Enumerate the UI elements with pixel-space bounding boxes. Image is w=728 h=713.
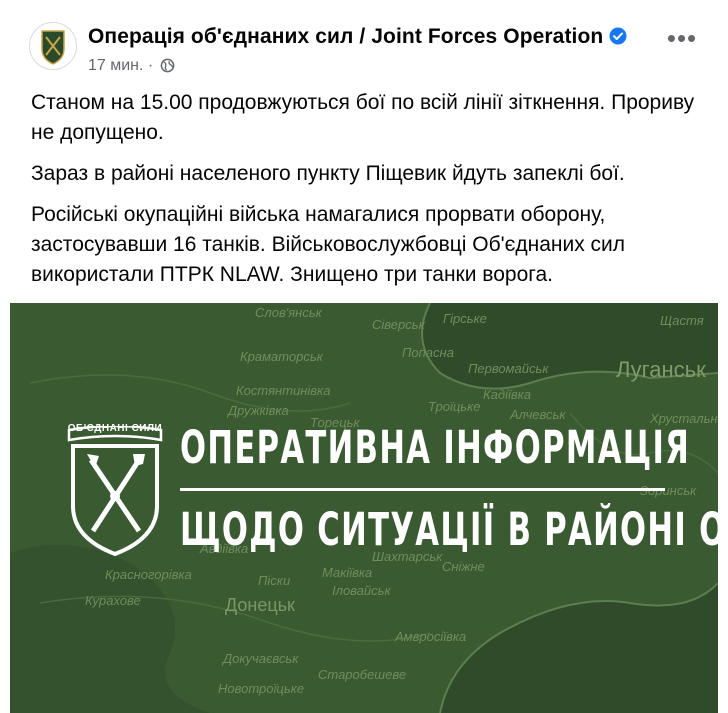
map-label: Первомайськ xyxy=(468,361,549,376)
post-paragraph: Російські окупаційні війська намагалися … xyxy=(31,203,626,286)
map-label: Іловайськ xyxy=(332,583,391,598)
map-label: Краматорськ xyxy=(240,349,323,364)
banner-title-line-1: ОПЕРАТИВНА ІНФОРМАЦІЯ xyxy=(180,421,691,474)
post-header: Операція об'єднаних сил / Joint Forces O… xyxy=(0,0,728,84)
facebook-post: Операція об'єднаних сил / Joint Forces O… xyxy=(0,0,728,713)
map-label: Дружківка xyxy=(228,403,289,418)
post-paragraph: Станом на 15.00 продовжуються бої по всі… xyxy=(31,91,695,144)
shield-emblem-icon xyxy=(67,424,163,557)
map-label: Донецьк xyxy=(225,595,295,615)
page-avatar[interactable] xyxy=(29,22,77,70)
map-label: Курахове xyxy=(85,593,141,608)
map-label: Троїцьке xyxy=(428,399,481,414)
verified-badge-icon xyxy=(609,27,627,45)
map-label: Красногорівка xyxy=(105,567,192,582)
map-label: Піски xyxy=(258,573,291,588)
post-image[interactable]: Слов'янськ Сіверськ Гірське Щастя Крамат… xyxy=(10,303,718,713)
emblem-ribbon-text: ОБ'ЄДНАНІ СИЛИ xyxy=(67,423,163,434)
map-label: Макіївка xyxy=(322,565,373,580)
map-label: Сіверськ xyxy=(372,317,425,332)
map-label: Докучаєвськ xyxy=(223,651,299,666)
jfo-emblem-icon xyxy=(41,30,65,65)
post-meta: 17 мин. · xyxy=(88,57,175,75)
post-timestamp[interactable]: 17 мин. xyxy=(88,57,143,74)
map-label: Щастя xyxy=(660,313,704,328)
map-label: Гірське xyxy=(443,311,487,326)
jfo-emblem: ОБ'ЄДНАНІ СИЛИ xyxy=(65,423,165,557)
page-name[interactable]: Операція об'єднаних сил / Joint Forces O… xyxy=(88,25,627,49)
map-label: Алчевськ xyxy=(510,407,566,422)
map-label: Кадіївка xyxy=(483,387,532,402)
map-label: Костянтинівка xyxy=(236,383,331,398)
map-label: Старобешеве xyxy=(318,667,407,682)
map-label: Амвросіївка xyxy=(395,629,467,644)
banner-divider xyxy=(180,488,665,491)
map-label: Попасна xyxy=(402,345,454,360)
more-options-button[interactable]: ••• xyxy=(664,25,700,56)
post-text: Станом на 15.00 продовжуються бої по всі… xyxy=(31,88,711,301)
banner-title-line-2: ЩОДО СИТУАЦІЇ В РАЙОНІ ООС xyxy=(180,503,718,556)
map-label: Сніжне xyxy=(442,559,485,574)
globe-icon[interactable] xyxy=(160,58,175,73)
page-name-text[interactable]: Операція об'єднаних сил / Joint Forces O… xyxy=(88,25,603,48)
map-label: Луганськ xyxy=(616,357,706,382)
post-paragraph: Зараз в районі населеного пункту Піщевик… xyxy=(31,162,625,185)
map-label: Новотроїцьке xyxy=(218,681,305,696)
map-label: Слов'янськ xyxy=(255,305,322,320)
meta-separator: · xyxy=(147,57,154,74)
